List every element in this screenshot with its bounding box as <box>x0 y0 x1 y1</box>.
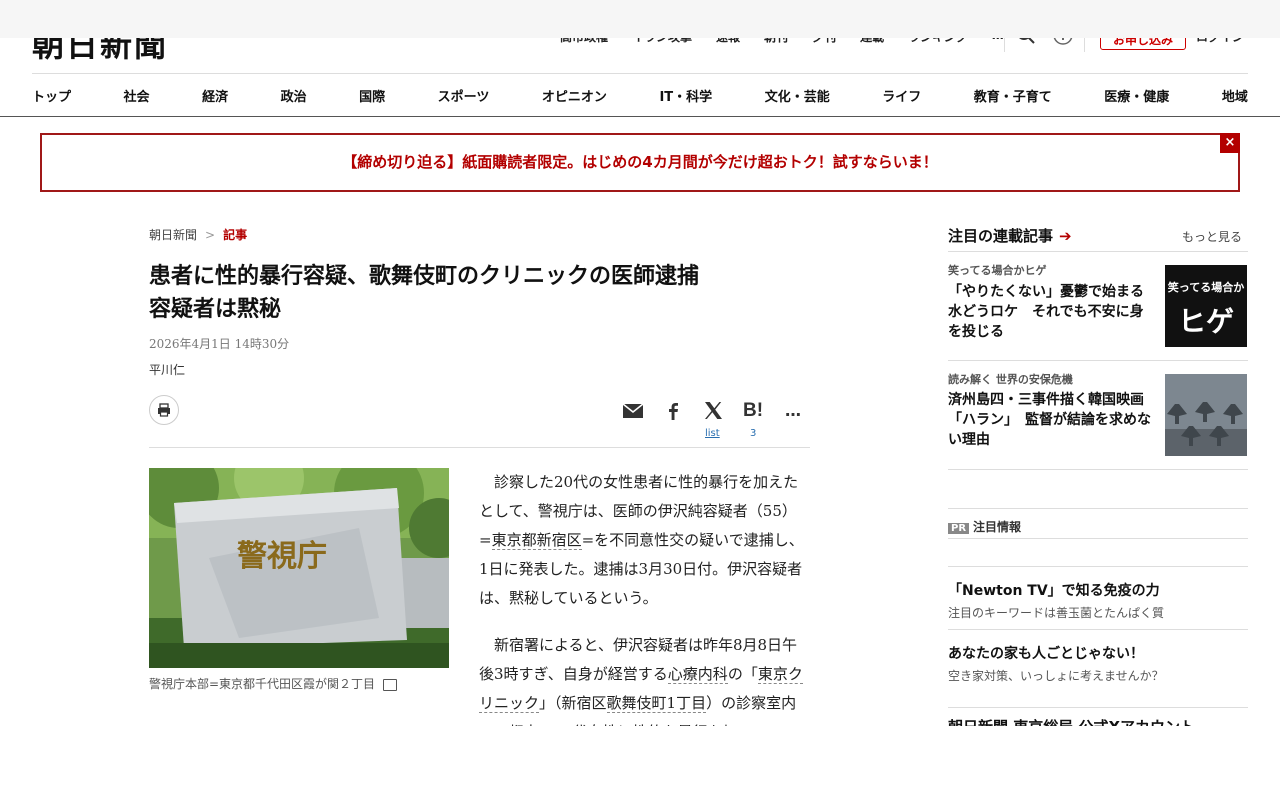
browser-top-bar <box>0 0 1280 38</box>
link-psychosomatic[interactable]: 心療内科 <box>667 665 728 684</box>
author-name[interactable]: 平川仁 <box>149 361 185 378</box>
headline-line: 容疑者は黙秘 <box>149 297 282 322</box>
article-body: 診察した20代の女性患者に性的暴行を加えたとして、警視庁は、医師の伊沢純容疑者（… <box>479 468 809 765</box>
sidebar-title[interactable]: 注目の連載記事 ➔ <box>948 225 1072 246</box>
series-article-title[interactable]: 「やりたくない」憂鬱で始まる水どうロケ それでも不安に身を投じる <box>948 282 1154 342</box>
link-kabukicho[interactable]: 歌舞伎町1丁目 <box>606 694 707 713</box>
publish-date: 2026年4月1日 14時30分 <box>149 337 290 351</box>
divider <box>948 469 1248 470</box>
promo-banner[interactable]: 【締め切り迫る】紙面購読者限定。はじめの4カ月間が今だけ超おトク！試すならいま！… <box>40 133 1240 192</box>
divider <box>948 360 1248 361</box>
more-icon[interactable]: … <box>780 398 806 424</box>
monument-sign: 警視庁 <box>237 539 327 574</box>
divider <box>948 508 1248 509</box>
pr-section-label: PR 注目情報 <box>948 518 1021 535</box>
x-share-count[interactable]: list <box>705 428 720 439</box>
pr-badge: PR <box>948 523 970 534</box>
breadcrumb-current: 記事 <box>223 228 248 242</box>
series-thumbnail-art: 笑ってる場合か ヒゲ <box>1165 265 1247 347</box>
pr-item-subtitle[interactable]: 空き家対策、いっしょに考えませんか？ <box>948 667 1164 684</box>
nav-item-region[interactable]: 地域 <box>1222 86 1248 105</box>
divider <box>948 629 1248 630</box>
text-run: の「 <box>727 665 758 683</box>
nav-item-it-science[interactable]: IT・科学 <box>659 86 712 105</box>
series-kicker[interactable]: 読み解く 世界の安保危機 <box>948 371 1073 387</box>
print-button[interactable] <box>149 395 179 425</box>
image-icon[interactable] <box>383 678 398 691</box>
nav-item-international[interactable]: 国際 <box>359 86 385 105</box>
photo-caption: 警視庁本部=東京都千代田区霞が関２丁目 <box>149 675 398 692</box>
arrow-right-icon: ➔ <box>1059 227 1072 245</box>
thumb-title-text: ヒゲ <box>1178 305 1234 338</box>
photo-caption-text: 警視庁本部=東京都千代田区霞が関２丁目 <box>149 677 376 691</box>
article-paragraph: 診察した20代の女性患者に性的暴行を加えたとして、警視庁は、医師の伊沢純容疑者（… <box>479 468 809 613</box>
nav-item-health[interactable]: 医療・健康 <box>1104 86 1169 105</box>
divider <box>948 566 1248 567</box>
nav-item-society[interactable]: 社会 <box>124 86 150 105</box>
headline-line: 患者に性的暴行容疑、歌舞伎町のクリニックの医師逮捕 <box>149 264 700 289</box>
series-thumbnail[interactable] <box>1165 374 1247 456</box>
page-title: 患者に性的暴行容疑、歌舞伎町のクリニックの医師逮捕 容疑者は黙秘 <box>149 260 809 326</box>
link-tokyo-shinjuku[interactable]: 東京都新宿区 <box>491 531 582 550</box>
nav-item-politics[interactable]: 政治 <box>281 86 307 105</box>
fighter-jets-image <box>1165 374 1247 456</box>
viewport-bottom-blank <box>0 726 1280 800</box>
nav-item-economy[interactable]: 経済 <box>202 86 228 105</box>
x-icon[interactable] <box>700 398 726 424</box>
nav-divider <box>0 116 1280 117</box>
divider <box>32 73 1248 74</box>
series-thumbnail[interactable]: 笑ってる場合か ヒゲ <box>1165 265 1247 347</box>
pr-label-text: 注目情報 <box>973 520 1022 534</box>
hatena-count[interactable]: 3 <box>750 428 756 439</box>
pr-item-subtitle[interactable]: 注目のキーワードは善玉菌とたんぱく質 <box>948 604 1164 621</box>
breadcrumb-home[interactable]: 朝日新聞 <box>149 228 197 242</box>
breadcrumb-separator: > <box>205 228 216 242</box>
nav-item-opinion[interactable]: オピニオン <box>542 86 607 105</box>
breadcrumb: 朝日新聞 > 記事 <box>149 226 247 243</box>
divider <box>948 251 1248 252</box>
divider <box>948 707 1248 708</box>
print-icon <box>158 403 170 417</box>
mail-icon[interactable] <box>620 398 646 424</box>
nav-item-culture[interactable]: 文化・芸能 <box>765 86 830 105</box>
thumb-small-text: 笑ってる場合か <box>1168 280 1244 294</box>
article-photo[interactable]: 警視庁 <box>149 468 449 668</box>
series-kicker[interactable]: 笑ってる場合かヒゲ <box>948 262 1046 278</box>
divider <box>948 538 1248 539</box>
article-photo-image: 警視庁 <box>149 468 449 668</box>
series-article-title[interactable]: 済州島四・三事件描く韓国映画「ハラン」 監督が結論を求めない理由 <box>948 390 1154 450</box>
nav-item-education[interactable]: 教育・子育て <box>974 86 1052 105</box>
divider <box>149 447 810 448</box>
close-icon[interactable]: × <box>1220 133 1240 153</box>
pr-item-title[interactable]: あなたの家も人ごとじゃない！ <box>948 643 1144 663</box>
promo-text[interactable]: 【締め切り迫る】紙面購読者限定。はじめの4カ月間が今だけ超おトク！試すならいま！ <box>342 153 937 171</box>
nav-item-top[interactable]: トップ <box>32 86 71 105</box>
pr-item-title[interactable]: 「Newton TV」で知る免疫の力 <box>948 580 1160 600</box>
facebook-icon[interactable] <box>660 398 686 424</box>
category-nav: トップ 社会 経済 政治 国際 スポーツ オピニオン IT・科学 文化・芸能 ラ… <box>32 86 1248 105</box>
nav-item-life[interactable]: ライフ <box>882 86 921 105</box>
text-run: 」（新宿区 <box>539 694 607 712</box>
more-link[interactable]: もっと見る <box>1182 228 1242 245</box>
sidebar-title-text: 注目の連載記事 <box>948 227 1054 245</box>
hatena-icon[interactable]: B! <box>740 398 766 424</box>
nav-item-sports[interactable]: スポーツ <box>438 86 490 105</box>
